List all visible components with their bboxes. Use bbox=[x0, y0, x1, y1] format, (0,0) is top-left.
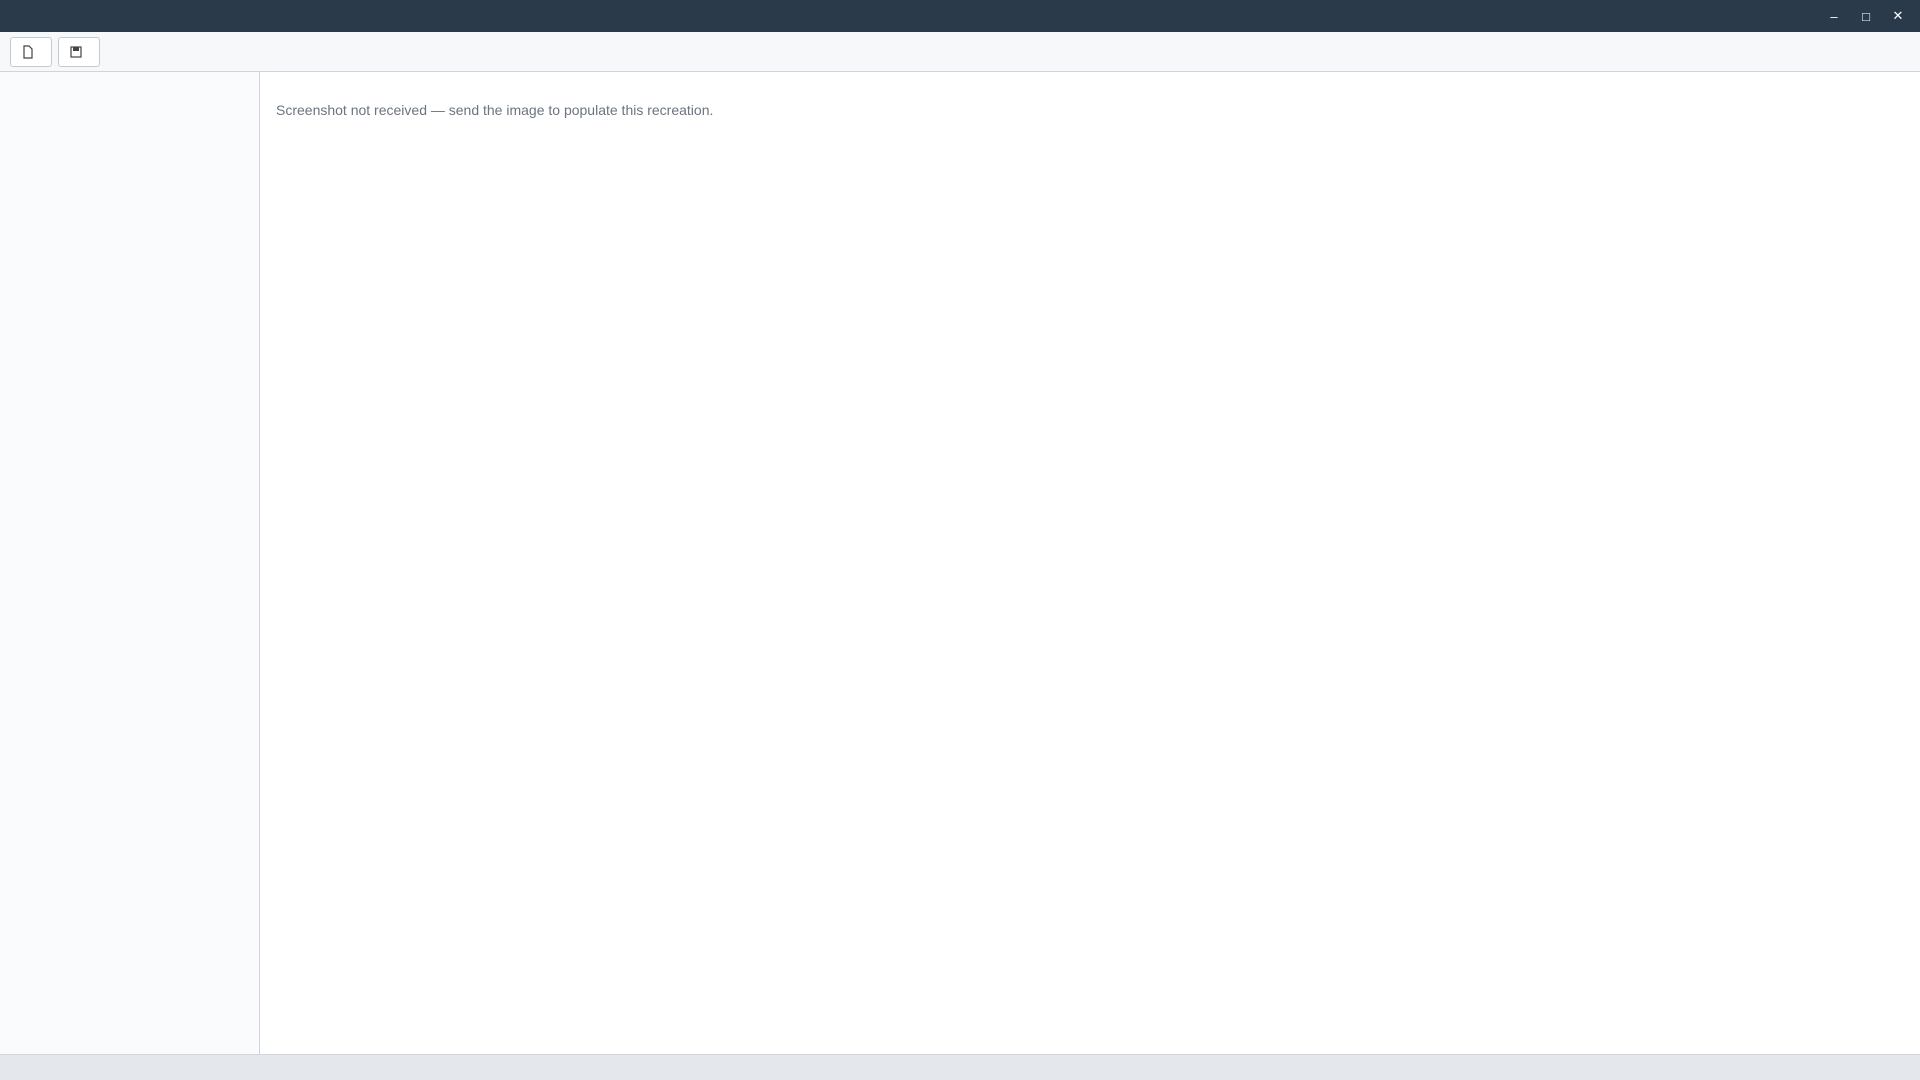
maximize-button[interactable]: □ bbox=[1852, 5, 1880, 27]
toolbar-button-1[interactable] bbox=[10, 36, 52, 67]
window-controls: – □ ✕ bbox=[1820, 5, 1912, 27]
title-bar: – □ ✕ bbox=[0, 0, 1920, 32]
minimize-button[interactable]: – bbox=[1820, 5, 1848, 27]
app-window: – □ ✕ Screenshot not received — send the… bbox=[0, 0, 1920, 1080]
sidebar-item-2[interactable] bbox=[0, 108, 259, 136]
content-row: Screenshot not received — send the image… bbox=[0, 72, 1920, 1054]
sidebar-item-1[interactable] bbox=[0, 80, 259, 108]
sidebar bbox=[0, 72, 260, 1054]
placeholder-note: Screenshot not received — send the image… bbox=[276, 102, 714, 118]
main-pane: Screenshot not received — send the image… bbox=[260, 72, 1920, 1054]
toolbar-button-2[interactable] bbox=[58, 36, 100, 67]
toolbar bbox=[0, 32, 1920, 72]
status-bar bbox=[0, 1054, 1920, 1080]
file-icon bbox=[23, 44, 33, 59]
sidebar-item-3[interactable] bbox=[0, 136, 259, 164]
save-icon bbox=[70, 45, 82, 58]
close-button[interactable]: ✕ bbox=[1884, 5, 1912, 27]
